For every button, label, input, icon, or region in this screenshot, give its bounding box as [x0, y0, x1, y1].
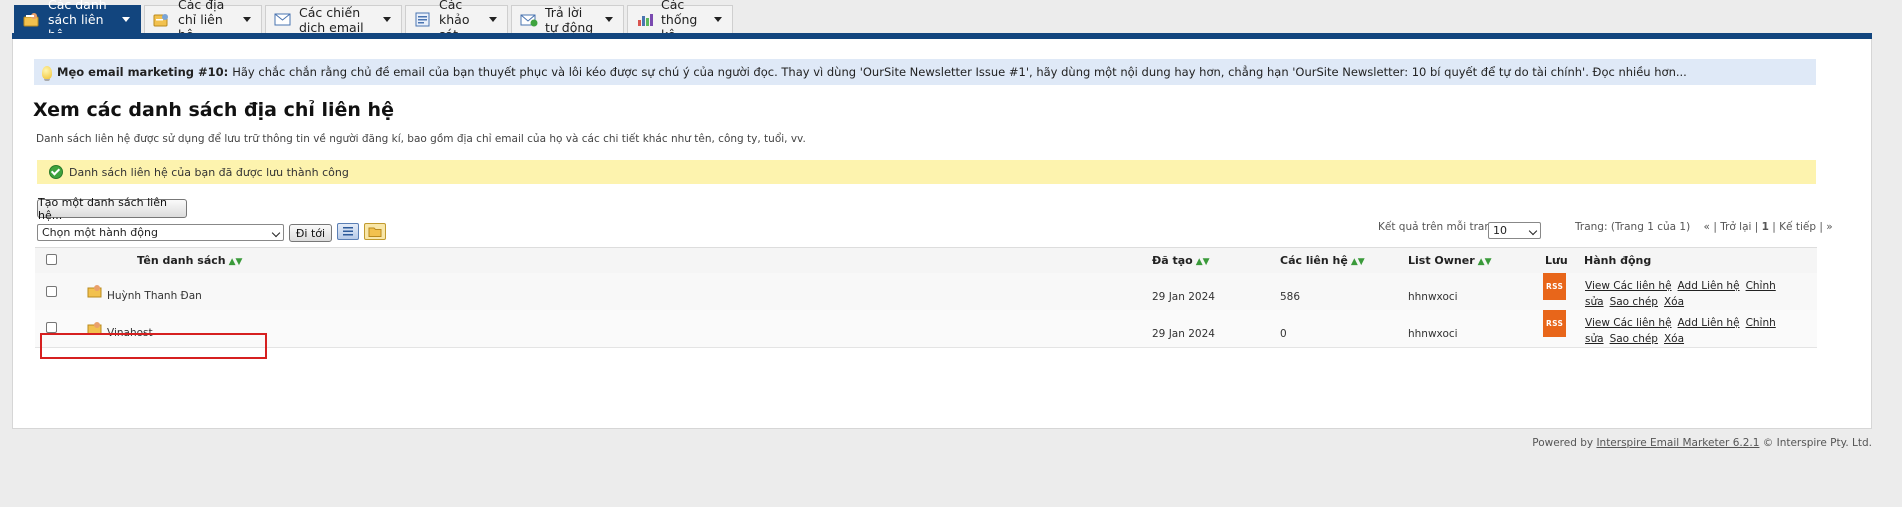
- delete-link[interactable]: Xóa: [1664, 333, 1684, 345]
- contacts-count: 586: [1280, 291, 1301, 303]
- header-created[interactable]: Đã tạo ▲▼: [1152, 248, 1210, 275]
- rss-icon[interactable]: RSS: [1543, 273, 1567, 300]
- lightbulb-icon: [42, 65, 52, 79]
- tip-text[interactable]: Hãy chắc chắn rằng chủ đề email của bạn …: [232, 65, 1687, 79]
- chevron-down-icon: [714, 17, 722, 22]
- bulk-action-value: Chọn một hành động: [42, 226, 158, 239]
- tab-email-campaigns[interactable]: Các chiến dịch email: [265, 4, 402, 35]
- sort-arrows-icon[interactable]: ▲▼: [1196, 257, 1210, 267]
- tab-statistics[interactable]: Các thống kê: [627, 0, 733, 42]
- main-nav-tabs: Các danh sách liên hệ Các địa chỉ liên h…: [14, 0, 733, 42]
- check-circle-icon: [49, 165, 63, 179]
- contact-list-icon: [87, 285, 102, 298]
- pagination: Trang: (Trang 1 của 1) « | Trở lại | 1 |…: [1575, 221, 1833, 233]
- rss-icon[interactable]: RSS: [1543, 310, 1567, 337]
- list-name[interactable]: Huỳnh Thanh Đan: [107, 284, 202, 309]
- page-description: Danh sách liên hệ được sử dụng để lưu tr…: [36, 133, 806, 145]
- copy-link[interactable]: Sao chép: [1610, 296, 1658, 308]
- copy-link[interactable]: Sao chép: [1610, 333, 1658, 345]
- created-date: 29 Jan 2024: [1152, 291, 1215, 303]
- contact-lists-icon: [23, 12, 41, 27]
- chevron-down-icon: [383, 17, 391, 22]
- footer: Powered by Interspire Email Marketer 6.2…: [1532, 437, 1872, 449]
- prev-page-link[interactable]: Trở lại: [1720, 221, 1751, 233]
- header-owner[interactable]: List Owner ▲▼: [1408, 248, 1492, 275]
- add-contact-link[interactable]: Add Liên hệ: [1678, 317, 1740, 329]
- highlight-box: [40, 333, 267, 359]
- create-list-button[interactable]: Tạo một danh sách liên hệ...: [37, 196, 187, 222]
- go-button[interactable]: Đi tới: [289, 224, 332, 242]
- table-row: Huỳnh Thanh Đan 29 Jan 2024 586 hhnwxoci…: [35, 273, 1817, 311]
- sort-arrows-icon[interactable]: ▲▼: [1351, 257, 1365, 267]
- contacts-icon: [153, 12, 171, 27]
- chevron-down-icon: [1528, 226, 1538, 236]
- per-page-select[interactable]: 10: [1488, 222, 1541, 239]
- chevron-down-icon: [271, 228, 281, 238]
- view-contacts-link[interactable]: View Các liên hệ: [1585, 317, 1672, 329]
- tab-contact-lists[interactable]: Các danh sách liên hệ: [14, 0, 141, 42]
- page-status: Trang: (Trang 1 của 1): [1575, 221, 1691, 233]
- tab-surveys[interactable]: Các khảo sát: [405, 0, 508, 42]
- header-actions: Hành động: [1584, 254, 1652, 267]
- current-page: 1: [1761, 221, 1769, 233]
- footer-product-link[interactable]: Interspire Email Marketer 6.2.1: [1596, 437, 1759, 449]
- view-contacts-link[interactable]: View Các liên hệ: [1585, 280, 1672, 292]
- table-header: Tên danh sách ▲▼ Đã tạo ▲▼ Các liên hệ ▲▼ L…: [35, 247, 1817, 274]
- select-all-checkbox[interactable]: [46, 254, 57, 265]
- page-title: Xem các danh sách địa chỉ liên hệ: [33, 99, 394, 121]
- next-page-link[interactable]: Kế tiếp: [1779, 221, 1816, 233]
- surveys-icon: [414, 12, 432, 27]
- row-checkbox[interactable]: [46, 286, 57, 297]
- marketing-tip-bar: Mẹo email marketing #10: Hãy chắc chắn r…: [34, 59, 1816, 85]
- per-page-value: 10: [1493, 224, 1507, 237]
- email-campaigns-icon: [274, 12, 292, 27]
- tab-autoresponders[interactable]: Trả lời tự động: [511, 4, 624, 35]
- success-message-bar: Danh sách liên hệ của bạn đã được lưu th…: [37, 160, 1816, 184]
- table-row: Vinahost 29 Jan 2024 0 hhnwxoci RSS View…: [35, 310, 1817, 348]
- sort-arrows-icon[interactable]: ▲▼: [229, 257, 243, 267]
- tip-title: Mẹo email marketing #10:: [57, 65, 229, 79]
- tab-label: Các chiến dịch email: [299, 4, 364, 35]
- created-date: 29 Jan 2024: [1152, 328, 1215, 340]
- last-page-link[interactable]: »: [1826, 221, 1832, 233]
- per-page-label: Kết quả trên mỗi trang:: [1378, 221, 1502, 233]
- first-page-link[interactable]: «: [1704, 221, 1710, 233]
- main-panel: Mẹo email marketing #10: Hãy chắc chắn r…: [12, 39, 1872, 429]
- contacts-count: 0: [1280, 328, 1287, 340]
- list-view-icon[interactable]: [337, 223, 359, 240]
- folder-view-icon[interactable]: [364, 223, 386, 240]
- success-message: Danh sách liên hệ của bạn đã được lưu th…: [69, 165, 349, 179]
- footer-prefix: Powered by: [1532, 437, 1594, 449]
- add-contact-link[interactable]: Add Liên hệ: [1678, 280, 1740, 292]
- bulk-action-select[interactable]: Chọn một hành động: [37, 224, 284, 241]
- chevron-down-icon: [122, 17, 130, 22]
- row-actions: View Các liên hệ Add Liên hệ Chỉnh sửa Sao …: [1585, 278, 1815, 310]
- header-archive: Lưu: [1545, 254, 1568, 267]
- tab-label: Trả lời tự động: [545, 4, 594, 35]
- header-contacts[interactable]: Các liên hệ ▲▼: [1280, 248, 1365, 275]
- statistics-icon: [636, 12, 654, 27]
- list-owner: hhnwxoci: [1408, 328, 1458, 340]
- tab-contacts[interactable]: Các địa chỉ liên hệ: [144, 0, 262, 42]
- chevron-down-icon: [243, 17, 251, 22]
- autoresponders-icon: [520, 12, 538, 27]
- chevron-down-icon: [605, 17, 613, 22]
- footer-copyright: © Interspire Pty. Ltd.: [1762, 437, 1872, 449]
- delete-link[interactable]: Xóa: [1664, 296, 1684, 308]
- list-owner: hhnwxoci: [1408, 291, 1458, 303]
- chevron-down-icon: [489, 17, 497, 22]
- header-list-name[interactable]: Tên danh sách ▲▼: [137, 248, 242, 275]
- sort-arrows-icon[interactable]: ▲▼: [1478, 257, 1492, 267]
- row-actions: View Các liên hệ Add Liên hệ Chỉnh sửa Sao …: [1585, 315, 1815, 347]
- row-checkbox[interactable]: [46, 322, 57, 333]
